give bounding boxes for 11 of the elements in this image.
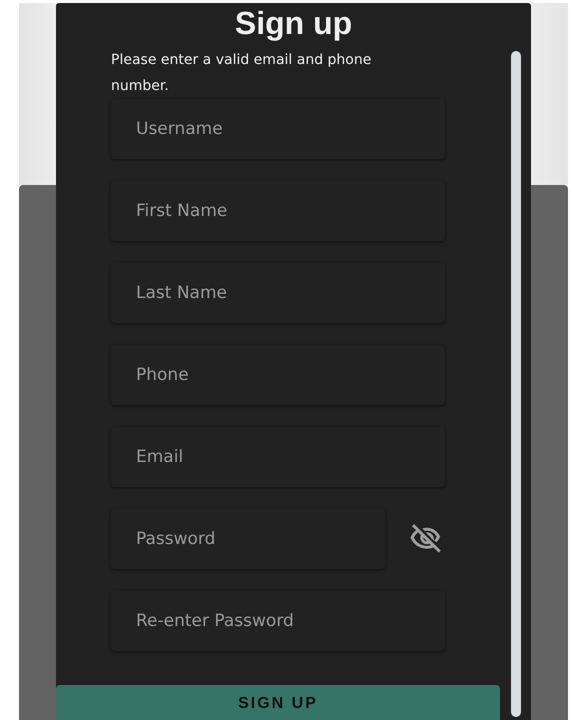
input-field[interactable]: First Name <box>111 181 445 241</box>
dialog-title: Sign up <box>234 4 354 43</box>
scrollbar[interactable] <box>511 51 521 717</box>
dialog-message: Please enter a valid email and phone number. <box>111 51 372 96</box>
input-field[interactable]: Username <box>111 99 445 159</box>
input-field[interactable]: Password <box>111 509 385 569</box>
input-field[interactable]: Phone <box>111 345 445 405</box>
input-field[interactable]: Last Name <box>111 263 445 323</box>
sign-up-button[interactable]: SIGN UP <box>56 685 500 720</box>
input-field[interactable]: Email <box>111 427 445 487</box>
input-field[interactable]: Re-enter Password <box>111 591 445 651</box>
